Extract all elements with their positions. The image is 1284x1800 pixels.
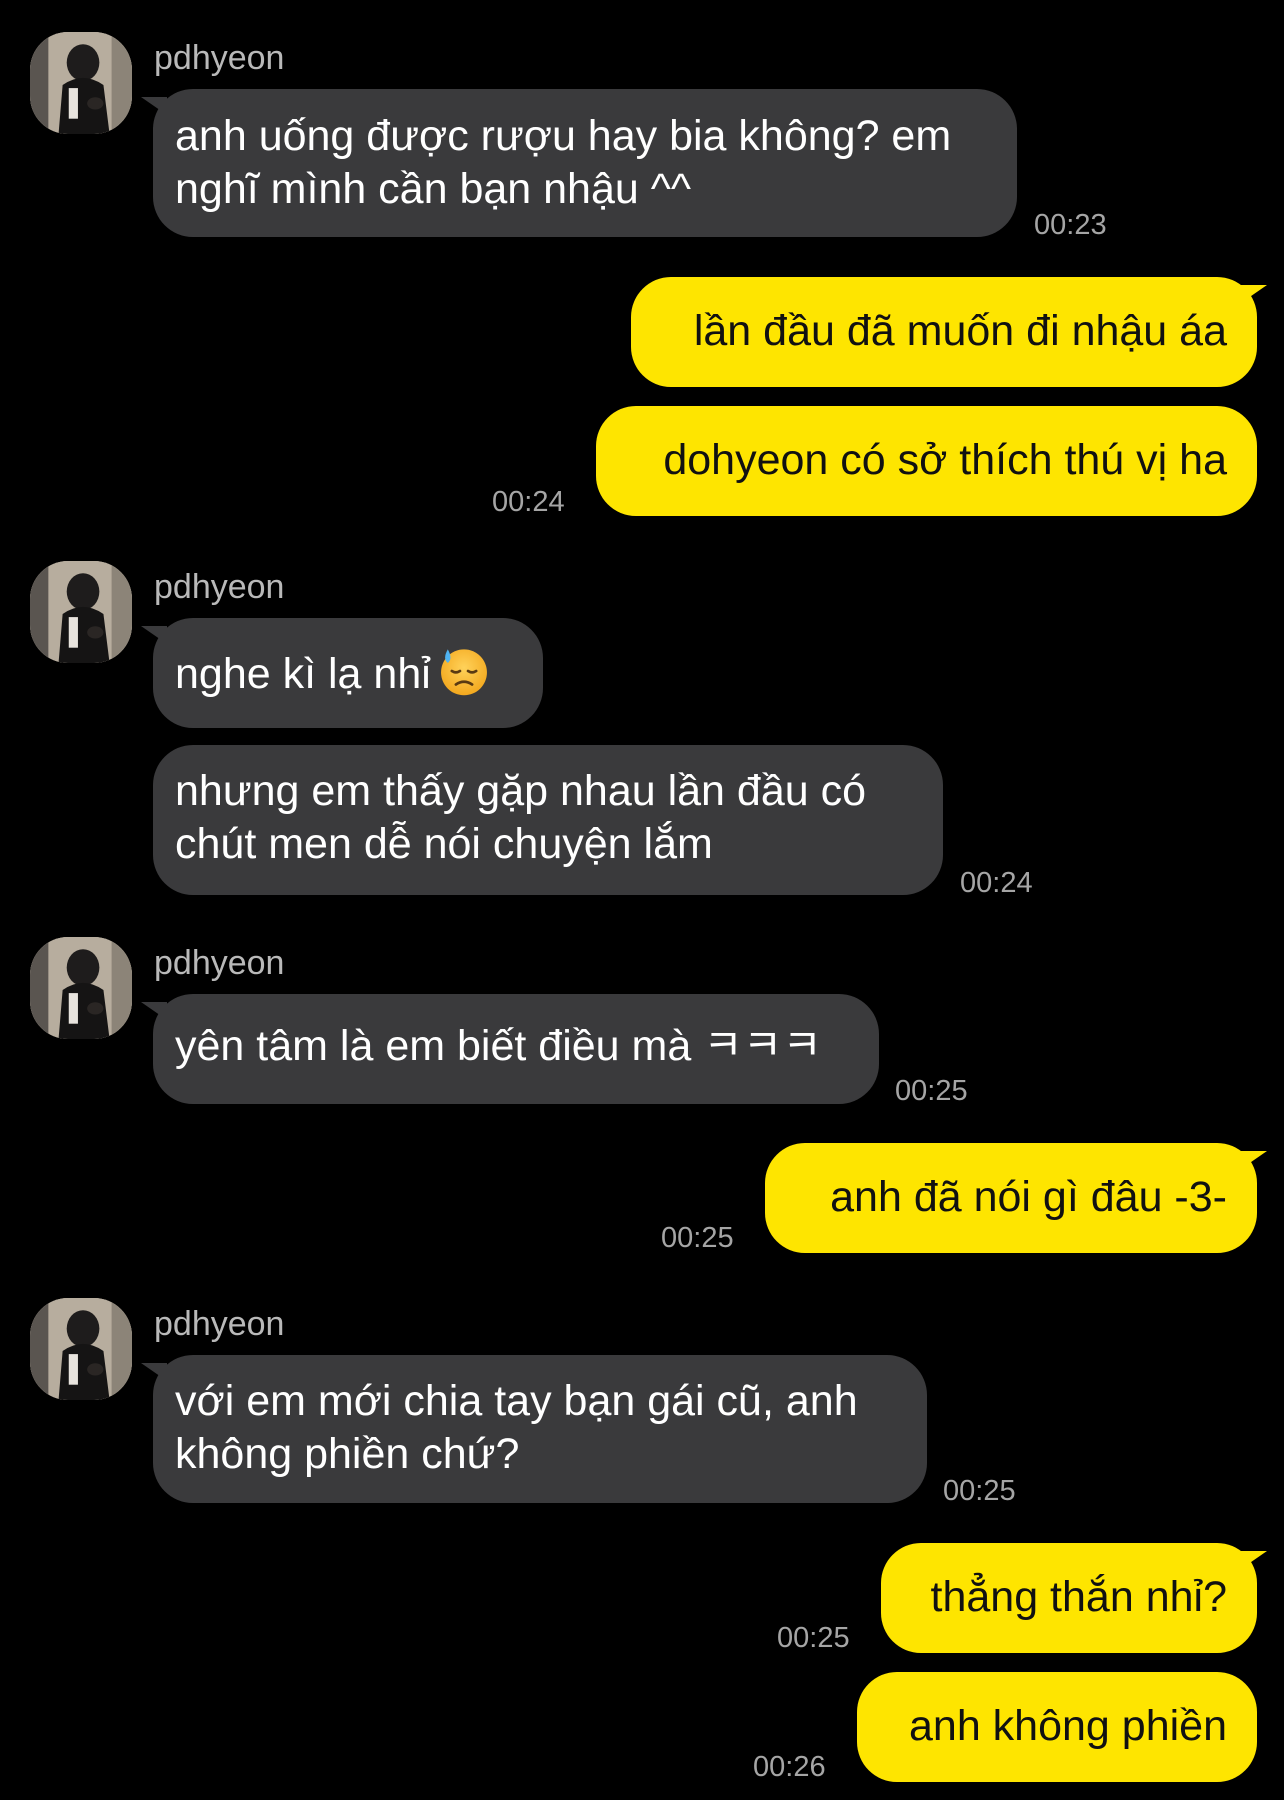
bubble-tail [141, 1002, 167, 1020]
message-timestamp: 00:25 [895, 1075, 968, 1107]
avatar[interactable] [30, 32, 132, 134]
message-bubble-outgoing[interactable]: thẳng thắn nhỉ? [881, 1543, 1267, 1653]
message-bubble-incoming[interactable]: yên tâm là em biết điều mà ㅋㅋㅋ [141, 994, 879, 1104]
sender-name: pdhyeon [154, 1305, 285, 1343]
message-bubble-incoming[interactable]: nghe kì lạ nhỉ [141, 618, 543, 728]
message-text: với em mới chia tay bạn gái cũ, anh khôn… [175, 1377, 858, 1478]
bubble-tail [1241, 1551, 1267, 1569]
message-text: anh đã nói gì đâu -3- [830, 1173, 1227, 1221]
message-text: nhưng em thấy gặp nhau lần đầu có chút m… [175, 767, 867, 868]
message-bubble-outgoing[interactable]: dohyeon có sở thích thú vị ha [596, 406, 1257, 516]
message-timestamp: 00:25 [943, 1475, 1016, 1507]
message-bubble-outgoing[interactable]: anh không phiền [857, 1672, 1257, 1782]
sender-name: pdhyeon [154, 944, 285, 982]
message-text: anh uống được rượu hay bia không? em ngh… [175, 112, 952, 213]
bubble-tail [141, 1363, 167, 1381]
avatar-photo [30, 32, 132, 134]
sender-name: pdhyeon [154, 568, 285, 606]
bubble-tail [1241, 1151, 1267, 1169]
avatar[interactable] [30, 937, 132, 1039]
avatar[interactable] [30, 561, 132, 663]
message-timestamp: 00:25 [777, 1622, 850, 1654]
bubble-tail [141, 626, 167, 644]
message-text: thẳng thắn nhỉ? [930, 1573, 1228, 1621]
avatar-photo [30, 1298, 132, 1400]
sender-name: pdhyeon [154, 39, 285, 77]
avatar-photo [30, 561, 132, 663]
message-timestamp: 00:26 [753, 1751, 826, 1783]
downcast-sweat-face-icon [440, 649, 487, 696]
message-text: nghe kì lạ nhỉ [175, 650, 431, 698]
bubble-tail [1241, 285, 1267, 303]
avatar[interactable] [30, 1298, 132, 1400]
message-timestamp: 00:25 [661, 1222, 734, 1254]
message-timestamp: 00:24 [960, 867, 1033, 899]
message-text: dohyeon có sở thích thú vị ha [663, 436, 1227, 484]
message-bubble-incoming[interactable]: nhưng em thấy gặp nhau lần đầu có chút m… [153, 745, 943, 895]
message-text: anh không phiền [908, 1702, 1227, 1750]
bubble-tail [141, 97, 167, 115]
message-timestamp: 00:23 [1034, 209, 1107, 241]
message-text: yên tâm là em biết điều mà ㅋㅋㅋ [175, 1022, 822, 1070]
message-text: lần đầu đã muốn đi nhậu áa [693, 307, 1227, 355]
message-timestamp: 00:24 [492, 486, 565, 518]
avatar-photo [30, 937, 132, 1039]
message-bubble-incoming[interactable]: anh uống được rượu hay bia không? em ngh… [141, 89, 1017, 237]
message-bubble-outgoing[interactable]: anh đã nói gì đâu -3- [765, 1143, 1267, 1253]
message-bubble-outgoing[interactable]: lần đầu đã muốn đi nhậu áa [631, 277, 1267, 387]
message-bubble-incoming[interactable]: với em mới chia tay bạn gái cũ, anh khôn… [141, 1355, 927, 1503]
